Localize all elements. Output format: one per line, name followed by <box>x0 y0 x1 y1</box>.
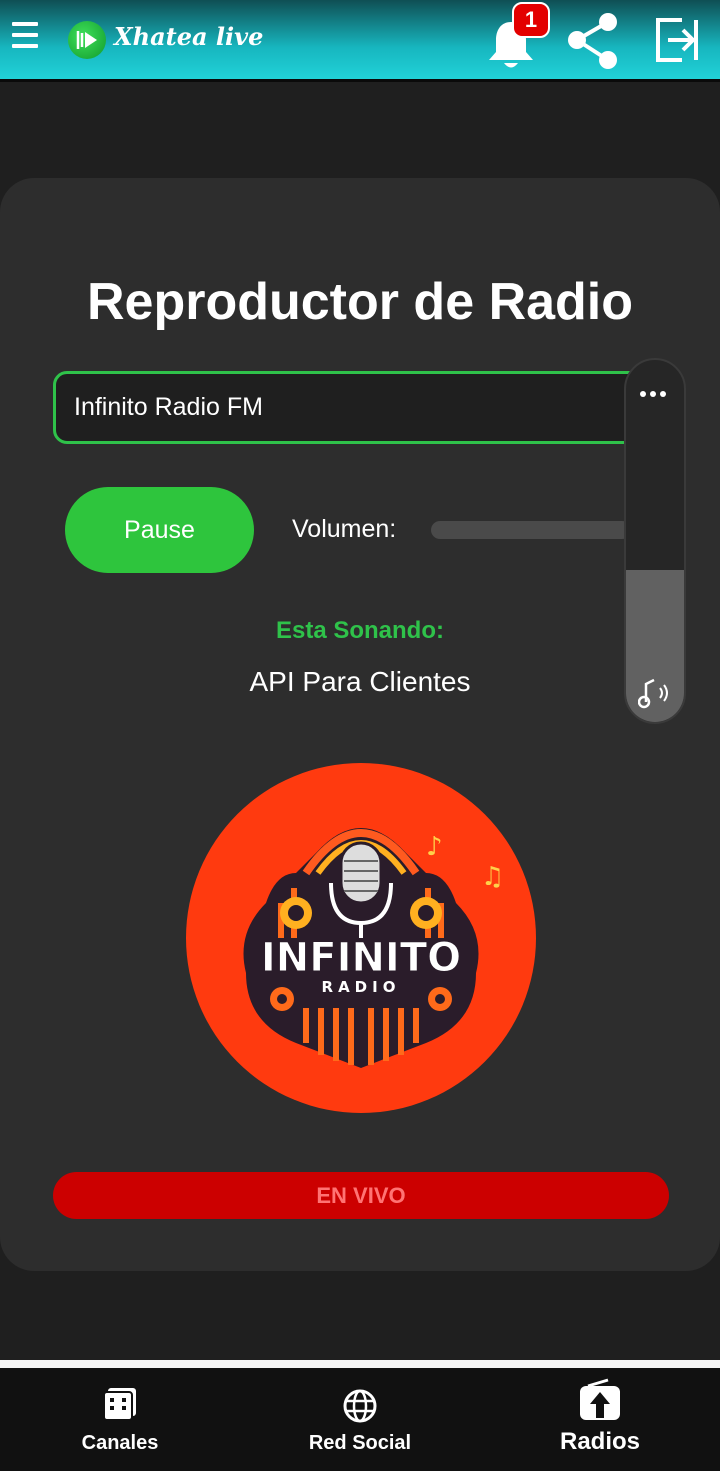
live-status-bar: EN VIVO <box>53 1172 669 1219</box>
music-note-icon: ♫ <box>481 862 504 892</box>
station-select[interactable]: Infinito Radio FM <box>53 371 653 444</box>
top-app-bar: Xhatea live 1 <box>0 0 720 82</box>
logo-text: INFINITO <box>261 935 461 981</box>
music-volume-icon <box>638 678 668 709</box>
pause-button[interactable]: Pause <box>65 487 254 573</box>
nav-item-red-social[interactable]: Red Social <box>240 1368 480 1471</box>
app-title: Xhatea live <box>114 22 264 51</box>
more-options-icon[interactable] <box>640 384 670 402</box>
now-playing-song: API Para Clientes <box>249 666 471 697</box>
bottom-navigation: Canales Red Social Radios <box>0 1368 720 1471</box>
volume-label: Volumen: <box>292 515 397 543</box>
share-icon[interactable] <box>564 10 624 70</box>
nav-label-radios: Radios <box>559 1428 640 1455</box>
radio-icon <box>580 1378 620 1420</box>
nav-item-radios[interactable]: Radios <box>480 1368 720 1471</box>
nav-label-red-social: Red Social <box>308 1432 412 1454</box>
page-title: Reproductor de Radio <box>86 273 634 331</box>
bottom-divider <box>0 1360 720 1368</box>
logo-subtext: RADIO <box>322 978 401 996</box>
system-volume-panel[interactable] <box>624 358 686 724</box>
globe-icon <box>343 1389 377 1423</box>
now-playing-label: Esta Sonando: <box>275 617 444 644</box>
music-note-icon: ♪ <box>426 832 443 862</box>
nav-label-canales: Canales <box>81 1432 159 1454</box>
notification-badge: 1 <box>512 2 550 38</box>
channels-icon <box>103 1388 136 1421</box>
logout-icon[interactable] <box>652 14 704 66</box>
volume-slider[interactable] <box>431 521 631 539</box>
menu-icon[interactable] <box>12 22 38 54</box>
station-logo: ♪ ♫ INFINITO RADIO <box>186 763 536 1113</box>
nav-item-canales[interactable]: Canales <box>0 1368 240 1471</box>
app-logo-icon <box>68 21 106 59</box>
